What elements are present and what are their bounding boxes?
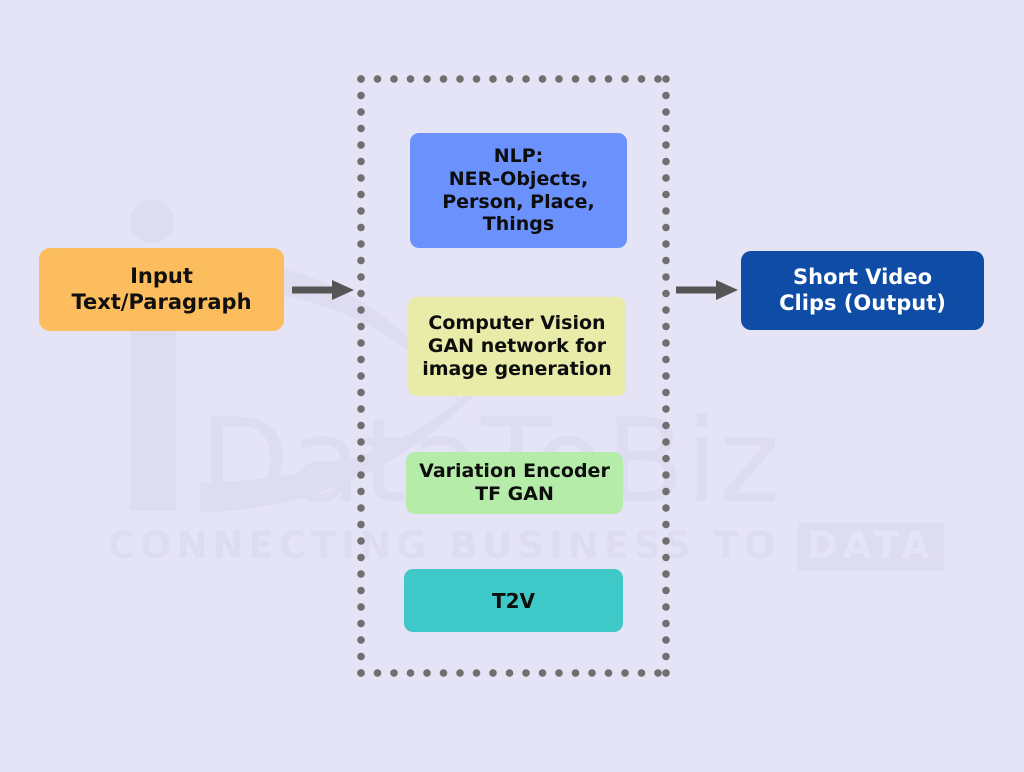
- pipeline-border-bottom: [357, 669, 670, 677]
- pipeline-border-left: [357, 75, 365, 677]
- arrow-input-to-pipeline-icon: [292, 280, 354, 300]
- pipeline-border-right: [662, 75, 670, 677]
- node-t2v[interactable]: T2V: [404, 569, 623, 632]
- diagram-canvas: DataToBiz CONNECTING BUSINESS TO DATA In…: [0, 0, 1024, 768]
- node-computer-vision-gan[interactable]: Computer Vision GAN network for image ge…: [408, 297, 626, 396]
- node-nlp-ner[interactable]: NLP: NER-Objects, Person, Place, Things: [410, 133, 627, 248]
- arrow-pipeline-to-output-icon: [676, 280, 738, 300]
- node-short-video-clips-output[interactable]: Short Video Clips (Output): [741, 251, 984, 330]
- node-input-text-paragraph[interactable]: Input Text/Paragraph: [39, 248, 284, 331]
- pipeline-border-top: [357, 75, 670, 83]
- watermark-tagline-part2: DATA: [798, 522, 944, 571]
- node-variation-encoder-tf-gan[interactable]: Variation Encoder TF GAN: [406, 452, 623, 514]
